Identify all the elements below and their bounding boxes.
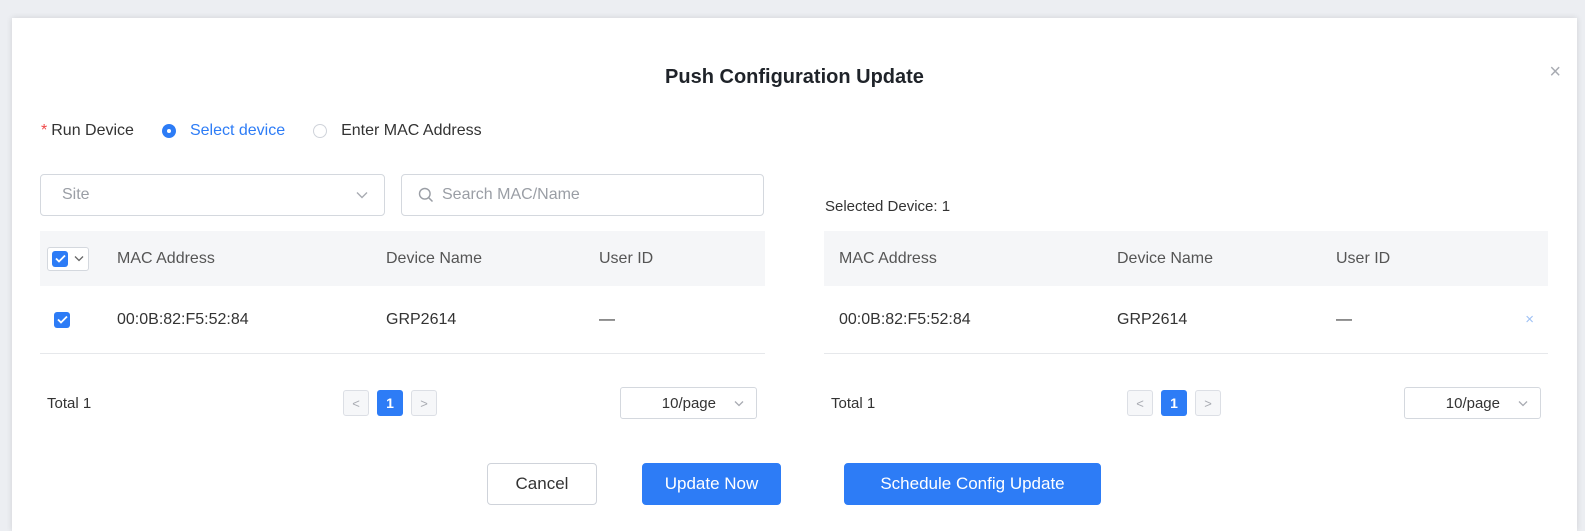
radio-checked-icon xyxy=(161,124,176,138)
page-size-value: 10/page xyxy=(661,394,716,412)
right-table-header: MAC Address Device Name User ID xyxy=(824,231,1548,286)
row-mac: 00:0B:82:F5:52:84 xyxy=(839,310,971,328)
radio-enter-mac[interactable]: Enter MAC Address xyxy=(313,122,482,140)
row-device-name: GRP2614 xyxy=(1117,310,1188,328)
left-total: Total 1 xyxy=(47,395,92,412)
next-page-button[interactable]: > xyxy=(411,390,437,416)
required-mark: * xyxy=(41,122,48,139)
row-checkbox[interactable] xyxy=(54,311,70,328)
right-pagination: < 1 > xyxy=(1127,390,1229,416)
push-config-dialog: Push Configuration Update × * Run Device… xyxy=(12,18,1577,531)
row-device-name: GRP2614 xyxy=(386,310,457,328)
cancel-button[interactable]: Cancel xyxy=(487,463,597,505)
search-input[interactable]: Search MAC/Name xyxy=(401,174,764,216)
site-placeholder: Site xyxy=(62,186,90,203)
schedule-config-update-button[interactable]: Schedule Config Update xyxy=(844,463,1101,505)
chevron-down-icon xyxy=(74,256,84,262)
update-now-button[interactable]: Update Now xyxy=(642,463,781,505)
col-mac-address[interactable]: MAC Address xyxy=(839,250,937,268)
search-icon xyxy=(418,187,434,203)
col-device-name[interactable]: Device Name xyxy=(1117,250,1213,268)
col-user-id[interactable]: User ID xyxy=(599,250,653,268)
dialog-title: Push Configuration Update xyxy=(665,66,924,88)
page-number-button[interactable]: 1 xyxy=(1161,390,1187,416)
remove-row-icon[interactable]: × xyxy=(1525,311,1534,328)
row-user-id: — xyxy=(1336,310,1352,328)
run-device-label: Run Device xyxy=(51,122,134,139)
next-page-button[interactable]: > xyxy=(1195,390,1221,416)
checkbox-checked-icon[interactable] xyxy=(52,250,68,267)
col-mac-address[interactable]: MAC Address xyxy=(117,250,215,268)
chevron-down-icon xyxy=(734,400,744,406)
page-size-value: 10/page xyxy=(1445,394,1500,412)
run-device-row: * Run Device Select device Enter MAC Add… xyxy=(41,122,482,140)
right-page-size-select[interactable]: 10/page xyxy=(1404,387,1541,419)
left-pagination: < 1 > xyxy=(343,390,445,416)
left-table-header: MAC Address Device Name User ID xyxy=(40,231,765,286)
row-mac: 00:0B:82:F5:52:84 xyxy=(117,310,249,328)
site-select[interactable]: Site xyxy=(40,174,385,216)
prev-page-button[interactable]: < xyxy=(1127,390,1153,416)
col-device-name[interactable]: Device Name xyxy=(386,250,482,268)
left-page-size-select[interactable]: 10/page xyxy=(620,387,757,419)
table-row: 00:0B:82:F5:52:84 GRP2614 — × xyxy=(824,286,1548,354)
selected-device-count: Selected Device: 1 xyxy=(825,198,951,215)
radio-unchecked-icon xyxy=(313,124,328,138)
page-number-button[interactable]: 1 xyxy=(377,390,403,416)
table-row[interactable]: 00:0B:82:F5:52:84 GRP2614 — xyxy=(40,286,765,354)
col-user-id[interactable]: User ID xyxy=(1336,250,1390,268)
chevron-down-icon xyxy=(356,192,368,199)
right-total: Total 1 xyxy=(831,395,876,412)
search-placeholder: Search MAC/Name xyxy=(442,186,580,203)
radio-enter-mac-label: Enter MAC Address xyxy=(341,122,482,139)
select-all-dropdown[interactable] xyxy=(47,246,89,271)
radio-select-device-label: Select device xyxy=(189,122,286,139)
close-icon[interactable]: × xyxy=(1549,62,1561,82)
row-user-id: — xyxy=(599,310,615,328)
chevron-down-icon xyxy=(1518,400,1528,406)
prev-page-button[interactable]: < xyxy=(343,390,369,416)
radio-select-device[interactable]: Select device xyxy=(161,122,286,140)
